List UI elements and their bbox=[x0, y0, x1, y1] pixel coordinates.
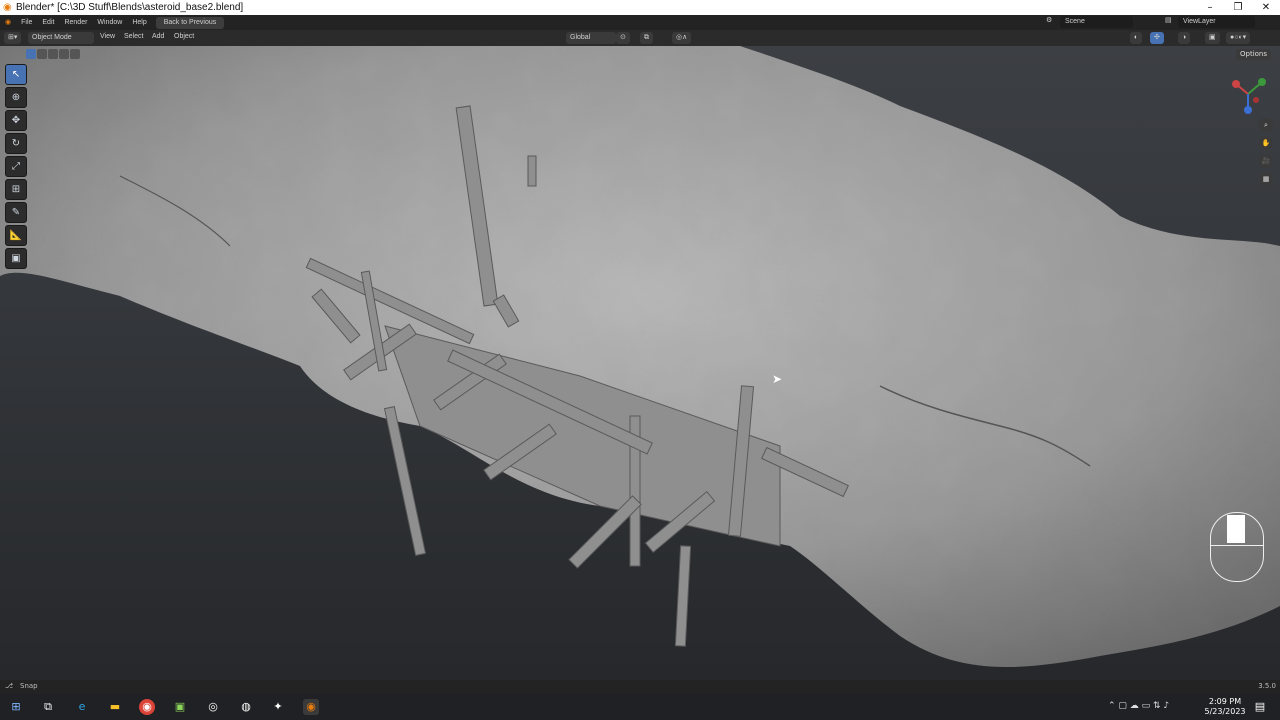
viewlayer-icon: ▤ bbox=[1165, 17, 1172, 24]
obs-icon[interactable]: ◎ bbox=[205, 699, 221, 715]
menu-window[interactable]: Window bbox=[92, 15, 127, 30]
chrome-icon[interactable]: ◉ bbox=[139, 699, 155, 715]
select-extend-icon[interactable] bbox=[37, 49, 47, 59]
app-icon-3[interactable]: ✦ bbox=[270, 699, 286, 715]
taskbar-date[interactable]: 5/23/2023 bbox=[1200, 707, 1250, 716]
scene-icon: ⚙ bbox=[1046, 17, 1053, 24]
transform-tool-icon[interactable]: ⊞ bbox=[5, 179, 27, 200]
overlay-icon[interactable]: ◑ bbox=[1178, 32, 1191, 44]
app-icon-1[interactable]: ▣ bbox=[172, 699, 188, 715]
blender-logo-icon: ◉ bbox=[3, 2, 12, 13]
header-menu-add[interactable]: Add bbox=[152, 33, 164, 40]
select-invert-icon[interactable] bbox=[59, 49, 69, 59]
status-hint: Snap bbox=[20, 682, 38, 690]
cursor-tool-icon[interactable]: ⊕ bbox=[5, 87, 27, 108]
menu-edit[interactable]: Edit bbox=[37, 15, 59, 30]
xray-icon[interactable]: ▣ bbox=[1205, 32, 1220, 44]
blender-menu-icon[interactable]: ◉ bbox=[0, 15, 16, 30]
window-title: Blender* [C:\3D Stuff\Blends\asteroid_ba… bbox=[16, 2, 244, 13]
shading-modes-icon[interactable]: ●○◐▾ bbox=[1226, 32, 1251, 44]
options-dropdown[interactable]: Options bbox=[1236, 49, 1272, 60]
edge-browser-icon[interactable]: e bbox=[74, 699, 90, 715]
header-menu-view[interactable]: View bbox=[100, 33, 115, 40]
menu-help[interactable]: Help bbox=[127, 15, 151, 30]
app-icon-2[interactable]: ◍ bbox=[238, 699, 254, 715]
select-new-icon[interactable] bbox=[26, 49, 36, 59]
menu-file[interactable]: File bbox=[16, 15, 37, 30]
blender-taskbar-icon[interactable]: ◉ bbox=[303, 699, 319, 715]
zoom-icon[interactable]: ⌕ bbox=[1259, 118, 1273, 132]
object-mode-label: Object Mode bbox=[32, 34, 72, 41]
windows-taskbar: ⊞ ⧉ e ▬ ◉ ▣ ◎ ◍ ✦ ◉ ⌃ ▢ ☁ ▭ ⇅ ♪ 2:09 PM … bbox=[0, 694, 1280, 720]
selection-mode-buttons bbox=[26, 49, 80, 59]
navigation-gizmo[interactable] bbox=[1226, 72, 1270, 116]
measure-tool-icon[interactable]: 📐 bbox=[5, 225, 27, 246]
viewport-header: ⊞▾ Object Mode View Select Add Object Gl… bbox=[0, 30, 1280, 46]
asteroid-scene bbox=[0, 46, 1280, 668]
task-view-icon[interactable]: ⧉ bbox=[40, 699, 56, 715]
pan-hand-icon[interactable]: ✋ bbox=[1259, 136, 1273, 150]
header-menu-object[interactable]: Object bbox=[174, 33, 194, 40]
editor-type-icon[interactable]: ⊞▾ bbox=[4, 32, 22, 44]
visibility-icon[interactable]: ◐ bbox=[1130, 32, 1143, 44]
menu-render[interactable]: Render bbox=[59, 15, 92, 30]
scene-selector[interactable]: Scene bbox=[1060, 16, 1133, 28]
viewlayer-selector[interactable]: ViewLayer bbox=[1178, 16, 1255, 28]
mode-selector[interactable]: Object Mode bbox=[28, 32, 94, 44]
tool-shelf: ↖ ⊕ ✥ ↻ ⤢ ⊞ ✎ 📐 ▣ bbox=[5, 64, 27, 271]
proportional-edit-icon[interactable]: ◎∧ bbox=[672, 32, 692, 44]
restore-button[interactable]: ❐ bbox=[1224, 0, 1252, 15]
transform-orientation-selector[interactable]: Global bbox=[566, 32, 616, 44]
mouse-overlay-icon bbox=[1210, 512, 1264, 582]
system-tray-icons[interactable]: ⌃ ▢ ☁ ▭ ⇅ ♪ bbox=[1108, 701, 1169, 711]
orientation-label: Global bbox=[570, 34, 591, 41]
select-intersect-icon[interactable] bbox=[70, 49, 80, 59]
3d-viewport[interactable]: ↖ ⊕ ✥ ↻ ⤢ ⊞ ✎ 📐 ▣ Options ⌕ ✋ 🎥 ▦ ➤ bbox=[0, 46, 1280, 680]
file-explorer-icon[interactable]: ▬ bbox=[107, 699, 123, 715]
select-subtract-icon[interactable] bbox=[48, 49, 58, 59]
notification-icon[interactable]: ▤ bbox=[1252, 699, 1268, 715]
pivot-icon[interactable]: ⊙ bbox=[616, 32, 630, 44]
select-box-tool-icon[interactable]: ↖ bbox=[5, 64, 27, 85]
add-cube-tool-icon[interactable]: ▣ bbox=[5, 248, 27, 269]
windows-start-icon[interactable]: ⊞ bbox=[8, 699, 24, 715]
camera-view-icon[interactable]: 🎥 bbox=[1259, 154, 1273, 168]
viewport-nav-buttons: ⌕ ✋ 🎥 ▦ bbox=[1259, 118, 1273, 190]
move-tool-icon[interactable]: ✥ bbox=[5, 110, 27, 131]
rotate-tool-icon[interactable]: ↻ bbox=[5, 133, 27, 154]
gizmo-toggle-icon[interactable]: ✣ bbox=[1150, 32, 1164, 44]
header-menu-select[interactable]: Select bbox=[124, 33, 143, 40]
snap-icon[interactable]: ⧉ bbox=[640, 32, 653, 44]
blender-version: 3.5.0 bbox=[1258, 682, 1276, 690]
window-title-bar: ◉ Blender* [C:\3D Stuff\Blends\asteroid_… bbox=[0, 0, 1280, 15]
annotate-tool-icon[interactable]: ✎ bbox=[5, 202, 27, 223]
perspective-grid-icon[interactable]: ▦ bbox=[1259, 172, 1273, 186]
taskbar-time[interactable]: 2:09 PM bbox=[1200, 697, 1250, 706]
close-button[interactable]: ✕ bbox=[1252, 0, 1280, 15]
menu-bar: ◉ File Edit Render Window Help Back to P… bbox=[0, 15, 1280, 30]
scale-tool-icon[interactable]: ⤢ bbox=[5, 156, 27, 177]
status-bar: ⎇ Snap 3.5.0 bbox=[0, 680, 1280, 694]
status-hint-icon: ⎇ bbox=[5, 682, 14, 690]
mouse-cursor-icon: ➤ bbox=[772, 372, 783, 386]
minimize-button[interactable]: – bbox=[1196, 0, 1224, 15]
back-to-previous-button[interactable]: Back to Previous bbox=[155, 16, 225, 29]
